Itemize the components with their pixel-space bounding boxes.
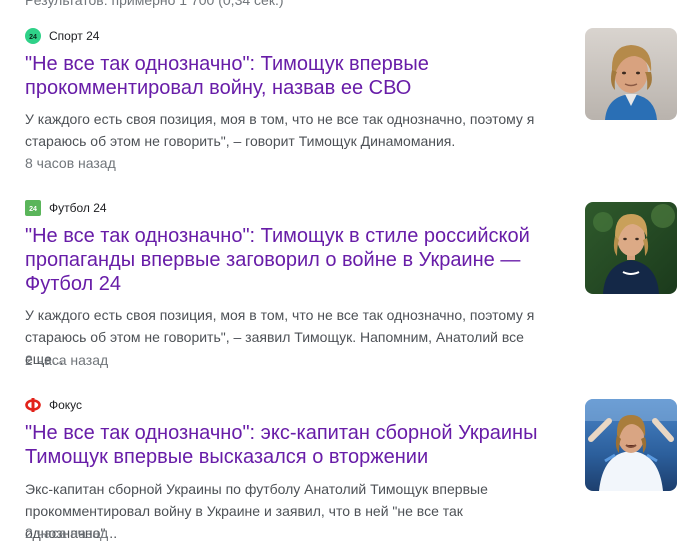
article-time: 2 часа назад — [25, 352, 109, 368]
article-time: 8 часов назад — [25, 155, 116, 171]
article-time: 2 часа назад — [25, 525, 109, 541]
source-name: Фокус — [49, 398, 83, 412]
source-name: Футбол 24 — [49, 201, 107, 215]
svg-text:24: 24 — [29, 34, 37, 41]
article-thumbnail[interactable] — [585, 28, 677, 120]
article-thumbnail[interactable] — [585, 399, 677, 491]
article-thumbnail[interactable] — [585, 202, 677, 294]
results-stats: Результатов: примерно 1 700 (0,34 сек.) — [25, 0, 284, 8]
article-title-link[interactable]: "Не все так однозначно": Тимощук впервые… — [25, 52, 545, 100]
article-title-link[interactable]: "Не все так однозначно": Тимощук в стиле… — [25, 224, 545, 296]
news-result-card: Фокус "Не все так однозначно": экс-капит… — [25, 397, 690, 549]
svg-text:24: 24 — [29, 206, 37, 213]
coach-photo-icon — [585, 202, 677, 294]
article-title-link[interactable]: "Не все так однозначно": экс-капитан сбо… — [25, 421, 545, 469]
news-result-card: 24 Футбол 24 "Не все так однозначно": Ти… — [25, 200, 690, 372]
football24-icon: 24 — [25, 200, 41, 216]
article-snippet: У каждого есть своя позиция, моя в том, … — [25, 111, 535, 149]
source-row[interactable]: Фокус — [25, 397, 82, 413]
source-name: Спорт 24 — [49, 29, 100, 43]
source-row[interactable]: 24 Спорт 24 — [25, 28, 99, 44]
portrait-photo-icon — [585, 28, 677, 120]
news-result-card: 24 Спорт 24 "Не все так однозначно": Тим… — [25, 28, 690, 178]
sport24-icon: 24 — [25, 28, 41, 44]
fokus-icon — [25, 397, 41, 413]
stadium-photo-icon — [585, 399, 677, 491]
source-row[interactable]: 24 Футбол 24 — [25, 200, 107, 216]
